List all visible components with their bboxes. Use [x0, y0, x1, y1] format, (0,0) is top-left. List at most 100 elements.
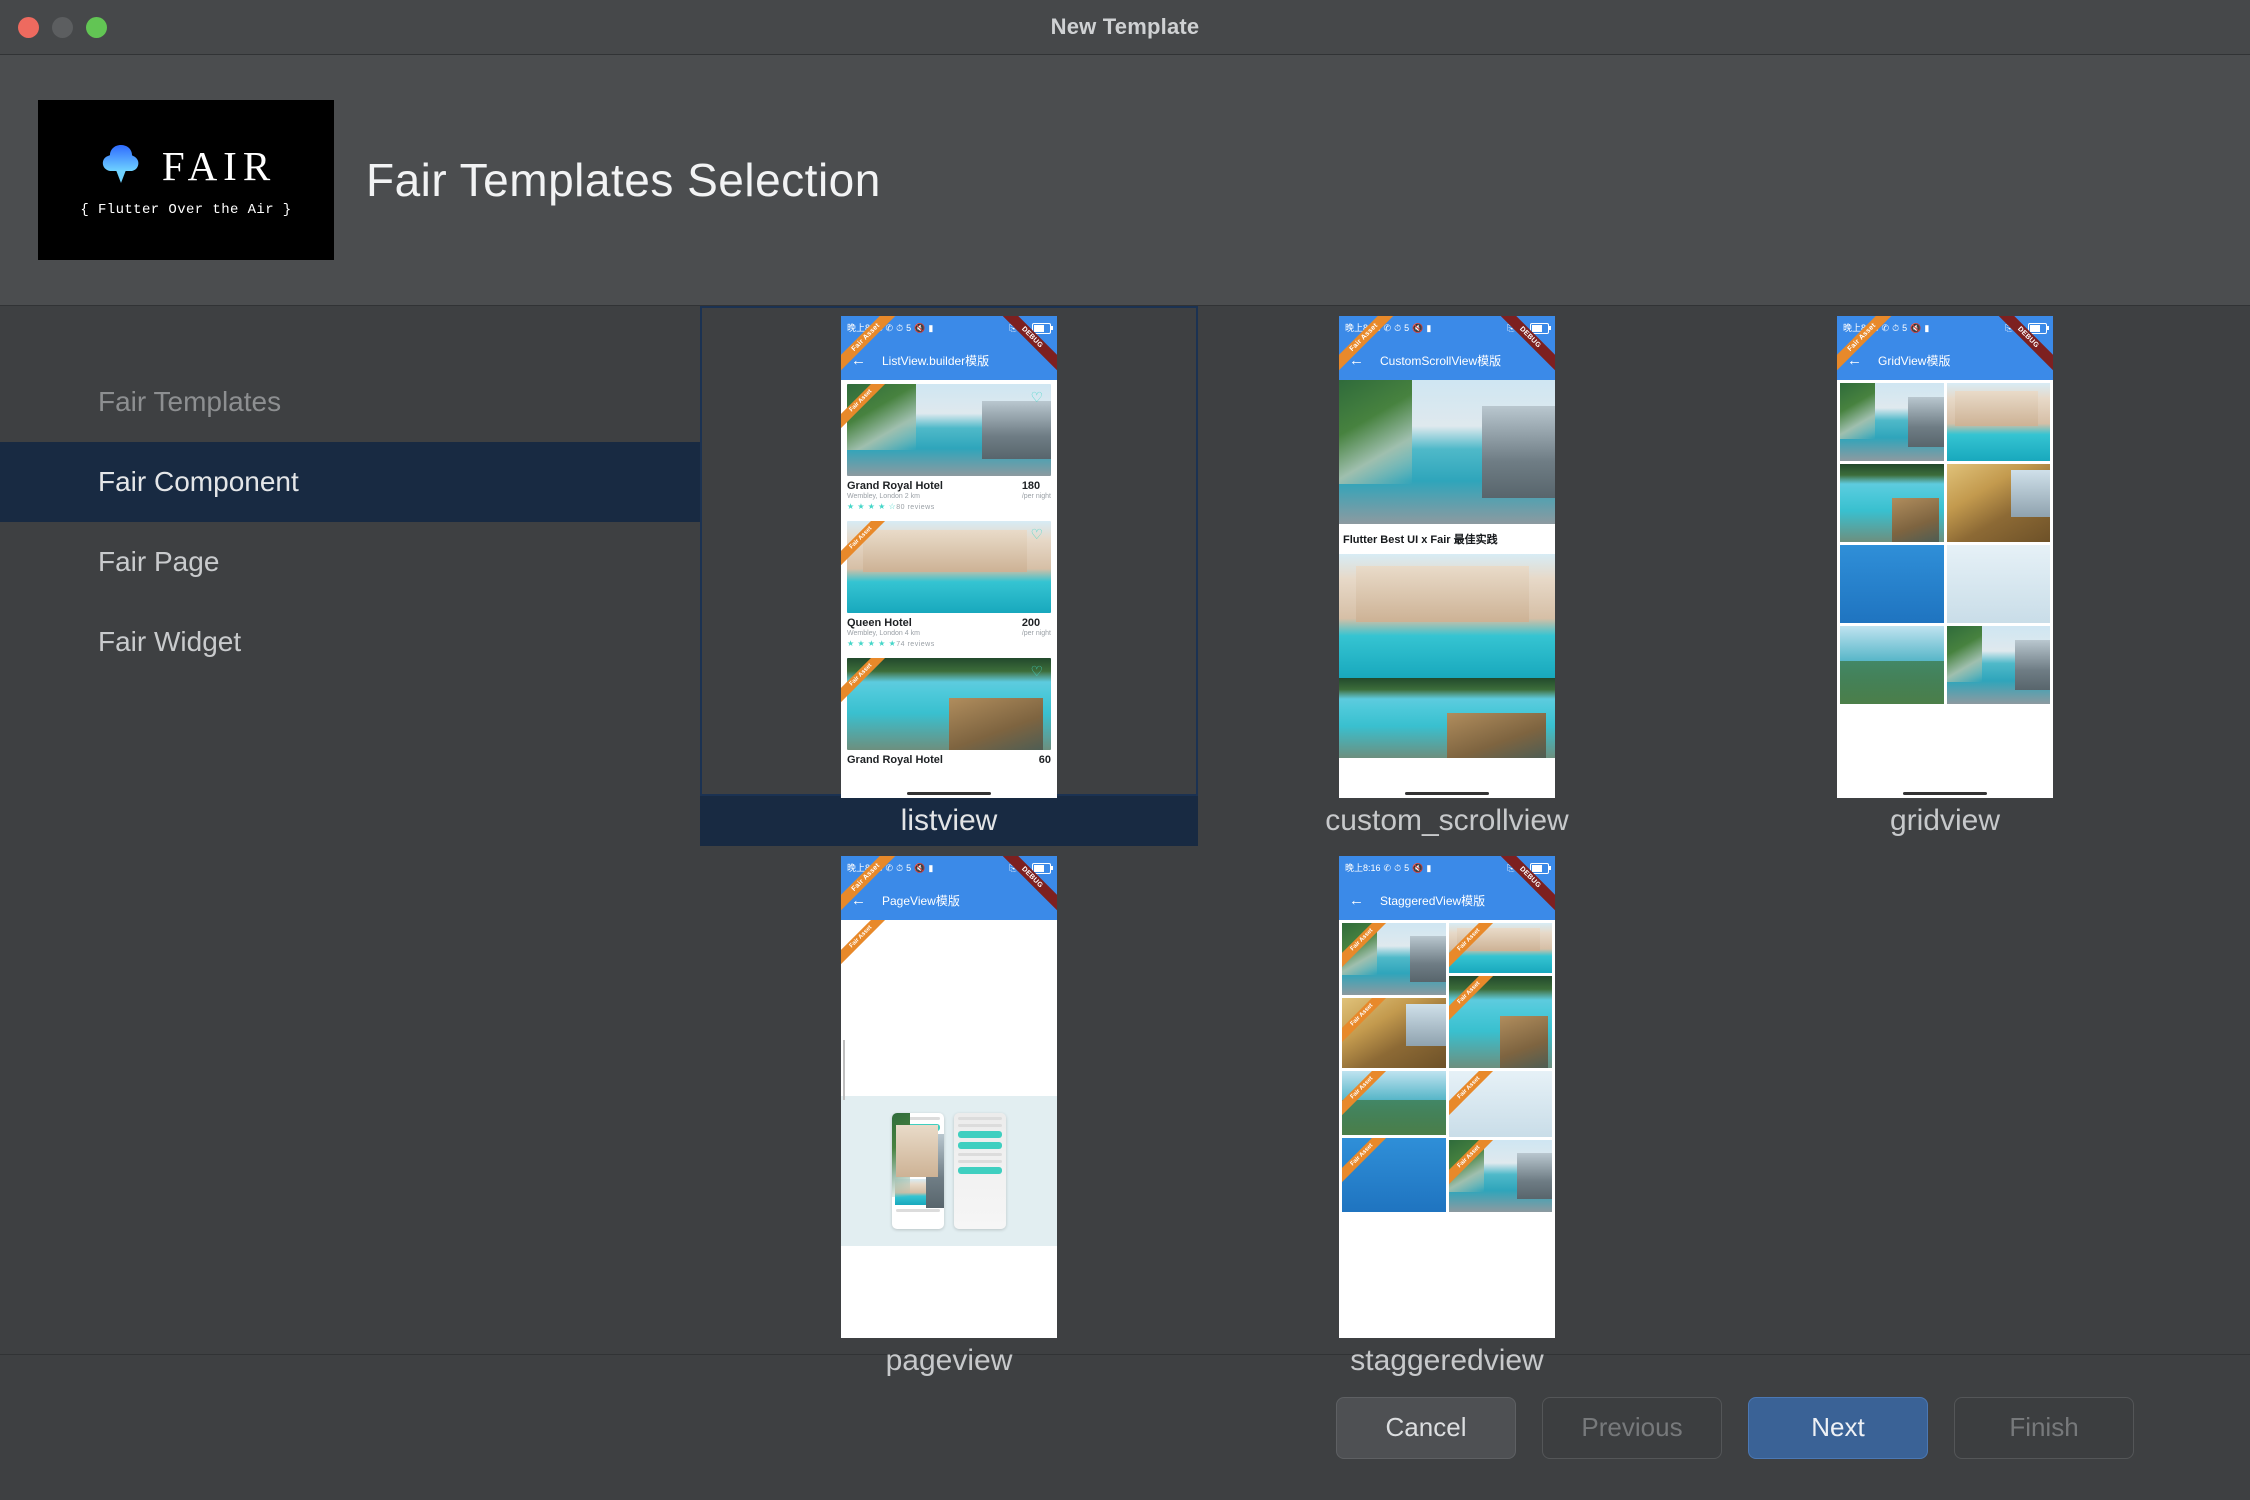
hotel-list-item[interactable]: Fair Asset ♡ Grand Royal Hotel Wembley, … — [841, 380, 1057, 517]
template-card-custom-scrollview[interactable]: Fair Asset DEBUG 晚上8:15 ✆ ⏱ 5 🔇 ▮ — [1198, 306, 1696, 846]
template-label-staggeredview: staggeredview — [1198, 1336, 1696, 1386]
note-icon: ▮ — [928, 324, 933, 333]
back-arrow-icon[interactable]: ← — [1349, 353, 1364, 368]
cancel-button[interactable]: Cancel — [1336, 1397, 1516, 1459]
note-icon: ▮ — [1924, 324, 1929, 333]
android-status-bar: 晚上8:16 ✆ ⏱ 5 🔇 ▮ ⎘ ✇ — [841, 856, 1057, 880]
mute-icon: 🔇 — [914, 864, 925, 873]
favorite-heart-icon[interactable]: ♡ — [1030, 527, 1043, 541]
next-button[interactable]: Next — [1748, 1397, 1928, 1459]
app-bar: ← ListView.builder模版 — [841, 340, 1057, 380]
sidebar-item-label: Fair Templates — [98, 386, 281, 418]
back-arrow-icon[interactable]: ← — [851, 353, 866, 368]
back-arrow-icon[interactable]: ← — [1847, 353, 1862, 368]
status-time: 晚上8:16 — [1345, 864, 1381, 873]
status-time: 晚上8:16 — [847, 864, 883, 873]
logo-tagline: { Flutter Over the Air } — [80, 202, 291, 218]
finish-button[interactable]: Finish — [1954, 1397, 2134, 1459]
grid-tile[interactable] — [1840, 383, 1944, 461]
template-card-preview: Fair Asset DEBUG 晚上8:15 ✆ ⏱ 5 🔇 ▮ — [1198, 306, 1696, 796]
minimize-button[interactable] — [52, 17, 73, 38]
phone-icon: ✆ — [886, 864, 894, 873]
sidebar-item-fair-component[interactable]: Fair Component — [0, 442, 700, 522]
alarm-icon: ⏱ — [1394, 324, 1401, 333]
grid-tile[interactable] — [1840, 464, 1944, 542]
maximize-button[interactable] — [86, 17, 107, 38]
android-status-bar: 晚上8:16 ✆ ⏱ 5 🔇 ▮ ⎘ ✇ — [1339, 856, 1555, 880]
template-card-staggeredview[interactable]: DEBUG 晚上8:16 ✆ ⏱ 5 🔇 ▮ — [1198, 846, 1696, 1386]
staggered-tile[interactable]: Fair Asset — [1449, 1140, 1553, 1212]
fair-asset-ribbon-icon: Fair Asset — [1449, 923, 1507, 973]
hotel-name: Queen Hotel — [847, 617, 935, 629]
grid-tile[interactable] — [1840, 545, 1944, 623]
staggered-tile[interactable]: Fair Asset — [1449, 976, 1553, 1068]
window-titlebar: New Template — [0, 0, 2250, 55]
mute-icon: 🔇 — [1910, 324, 1921, 333]
app-bar-title: GridView模版 — [1878, 352, 1950, 369]
status-time: 晚上8:15 — [1345, 324, 1381, 333]
template-card-gridview[interactable]: Fair Asset DEBUG 晚上8:15 ✆ ⏱ 5 🔇 ▮ — [1696, 306, 2194, 846]
template-label-listview: listview — [700, 796, 1198, 846]
note-icon: ▮ — [928, 864, 933, 873]
hotel-price: 200 — [1022, 617, 1051, 629]
logo-wordmark: FAIR — [162, 142, 276, 190]
close-button[interactable] — [18, 17, 39, 38]
showcase-phone-calendar — [954, 1113, 1006, 1229]
hotel-price: 60 — [1039, 754, 1051, 766]
grid-tile[interactable] — [1947, 383, 2051, 461]
cast-icon: ⎘ — [1507, 864, 1514, 873]
template-card-pageview[interactable]: Fair Asset DEBUG 晚上8:16 ✆ ⏱ 5 🔇 ▮ — [700, 846, 1198, 1386]
hotel-list-item[interactable]: Fair Asset ♡ Queen Hotel Wembley, London… — [841, 517, 1057, 654]
ribbon-label: Fair Asset — [1342, 1071, 1395, 1121]
sidebar-item-fair-widget[interactable]: Fair Widget — [0, 602, 700, 682]
favorite-heart-icon[interactable]: ♡ — [1030, 390, 1043, 404]
page-scrollbar[interactable] — [843, 1040, 845, 1100]
sidebar-item-label: Fair Component — [98, 466, 299, 498]
template-card-listview[interactable]: Fair Asset DEBUG 晚上8:14 ✆ ⏱ 5 🔇 ▮ — [700, 306, 1198, 846]
hotel-name: Grand Royal Hotel — [847, 754, 943, 766]
page-showcase-band — [841, 1096, 1057, 1246]
cast-icon: ⎘ — [1507, 324, 1514, 333]
hotel-price: 180 — [1022, 480, 1051, 492]
template-category-sidebar: Fair Templates Fair Component Fair Page … — [0, 306, 700, 1354]
cast-icon: ⎘ — [1009, 864, 1016, 873]
grid-tile[interactable] — [1840, 626, 1944, 704]
note-icon: ▮ — [1426, 864, 1431, 873]
staggered-tile[interactable]: Fair Asset — [1342, 1138, 1446, 1212]
wifi-icon: ✇ — [1518, 324, 1526, 333]
favorite-heart-icon[interactable]: ♡ — [1030, 664, 1043, 678]
page-title: Fair Templates Selection — [366, 153, 881, 207]
sidebar-item-fair-templates[interactable]: Fair Templates — [0, 362, 700, 442]
phone-mockup-custom-scrollview: Fair Asset DEBUG 晚上8:15 ✆ ⏱ 5 🔇 ▮ — [1339, 316, 1555, 798]
app-bar-title: ListView.builder模版 — [882, 352, 989, 369]
hotel-price-unit: /per night — [1022, 493, 1051, 500]
hotel-list-item[interactable]: Fair Asset ♡ Grand Royal Hotel 60 — [841, 654, 1057, 772]
staggered-tile[interactable]: Fair Asset — [1342, 998, 1446, 1068]
staggered-tile[interactable]: Fair Asset — [1449, 923, 1553, 973]
sidebar-item-fair-page[interactable]: Fair Page — [0, 522, 700, 602]
battery-icon — [2028, 323, 2047, 334]
hotel-location: Wembley, London — [847, 493, 903, 500]
grid-tile[interactable] — [1947, 545, 2051, 623]
grid-tile[interactable] — [1947, 464, 2051, 542]
grid-tile[interactable] — [1947, 626, 2051, 704]
staggered-tile[interactable]: Fair Asset — [1342, 1071, 1446, 1135]
staggered-tile[interactable]: Fair Asset — [1449, 1071, 1553, 1137]
ribbon-label: Fair Asset — [1342, 998, 1395, 1048]
back-arrow-icon[interactable]: ← — [1349, 893, 1364, 908]
battery-icon — [1032, 323, 1051, 334]
template-label-custom-scrollview: custom_scrollview — [1198, 796, 1696, 846]
fair-asset-ribbon-icon: Fair Asset — [1449, 976, 1507, 1034]
template-card-preview: Fair Asset DEBUG 晚上8:15 ✆ ⏱ 5 🔇 ▮ — [1696, 306, 2194, 796]
fair-asset-ribbon-icon: Fair Asset — [841, 920, 899, 978]
back-arrow-icon[interactable]: ← — [851, 893, 866, 908]
previous-button[interactable]: Previous — [1542, 1397, 1722, 1459]
staggered-tile[interactable]: Fair Asset — [1342, 923, 1446, 995]
hotel-photo: ♡ — [847, 521, 1051, 613]
alarm-icon: ⏱ — [1394, 864, 1401, 873]
photo-grid — [1837, 380, 2053, 707]
staggered-grid: Fair Asset Fair Asset Fair Asset Fair As… — [1339, 920, 1555, 1215]
fair-asset-ribbon-icon: Fair Asset — [1342, 1071, 1400, 1129]
hotel-distance: 4 km — [905, 630, 920, 637]
battery-icon — [1530, 863, 1549, 874]
